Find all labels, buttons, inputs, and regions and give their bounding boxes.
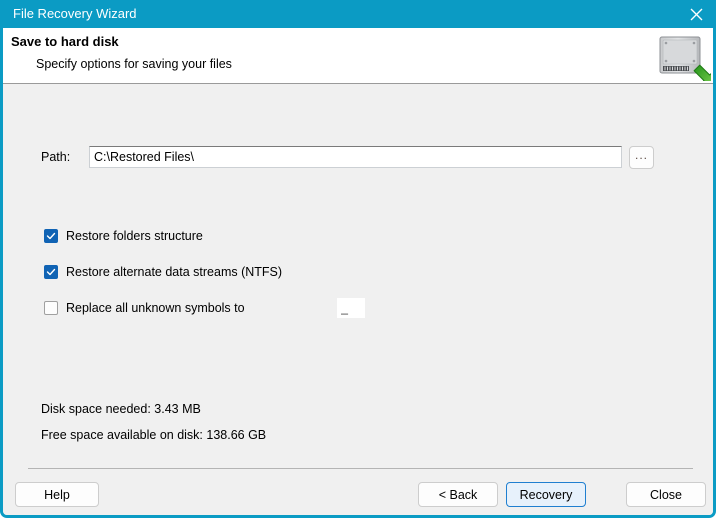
checkbox-label: Restore folders structure [66, 229, 203, 243]
file-recovery-wizard-window: File Recovery Wizard Save to hard disk S… [0, 0, 716, 518]
close-icon [690, 8, 703, 21]
checkbox-label: Restore alternate data streams (NTFS) [66, 265, 283, 279]
recovery-button[interactable]: Recovery [506, 482, 586, 507]
path-label: Path: [41, 150, 71, 164]
checkbox-indicator[interactable] [44, 301, 58, 315]
window-title: File Recovery Wizard [13, 6, 137, 21]
close-dialog-button[interactable]: Close [626, 482, 706, 507]
checkbox-restore-folders-structure[interactable]: Restore folders structure [44, 229, 203, 243]
page-title: Save to hard disk [11, 34, 119, 49]
footer-divider [28, 468, 693, 469]
free-space-available-text: Free space available on disk: 138.66 GB [41, 428, 267, 442]
title-bar: File Recovery Wizard [3, 0, 713, 28]
checkbox-label: Replace all unknown symbols to [66, 301, 245, 315]
wizard-header: Save to hard disk Specify options for sa… [3, 28, 713, 87]
back-button[interactable]: < Back [418, 482, 498, 507]
checkbox-replace-unknown-symbols[interactable]: Replace all unknown symbols to [44, 301, 245, 315]
checkbox-indicator[interactable] [44, 265, 58, 279]
help-button[interactable]: Help [15, 482, 99, 507]
path-input[interactable] [89, 146, 622, 168]
checkbox-indicator[interactable] [44, 229, 58, 243]
checkbox-restore-alternate-data-streams[interactable]: Restore alternate data streams (NTFS) [44, 265, 282, 279]
browse-button[interactable]: ... [629, 146, 654, 169]
hard-disk-save-icon [649, 31, 713, 87]
replace-symbol-input[interactable] [337, 298, 365, 318]
close-button[interactable] [674, 0, 713, 28]
page-subtitle: Specify options for saving your files [36, 57, 232, 71]
disk-space-needed-text: Disk space needed: 3.43 MB [41, 402, 201, 416]
